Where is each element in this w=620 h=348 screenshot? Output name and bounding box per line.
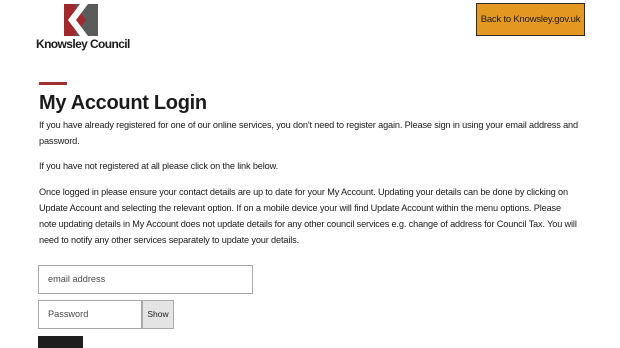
logo-mark-icon [64,4,98,36]
title-accent-rule [39,82,67,85]
email-placeholder: email address [48,274,106,284]
password-field[interactable]: Password [38,300,142,329]
password-placeholder: Password [48,309,89,319]
contact-details-paragraph: Once logged in please ensure your contac… [39,187,577,245]
email-field[interactable]: email address [38,265,253,294]
not-registered-paragraph: If you have not registered at all please… [39,161,278,171]
show-password-button[interactable]: Show [142,300,174,329]
knowsley-council-logo[interactable]: Knowsley Council [36,4,130,52]
back-to-site-button[interactable]: Back to Knowsley.gov.uk [476,3,585,36]
intro-paragraph: If you have already registered for one o… [39,120,578,146]
logo-text: Knowsley Council [36,37,130,51]
page-title: My Account Login [39,92,207,114]
sign-in-button[interactable] [38,336,83,348]
